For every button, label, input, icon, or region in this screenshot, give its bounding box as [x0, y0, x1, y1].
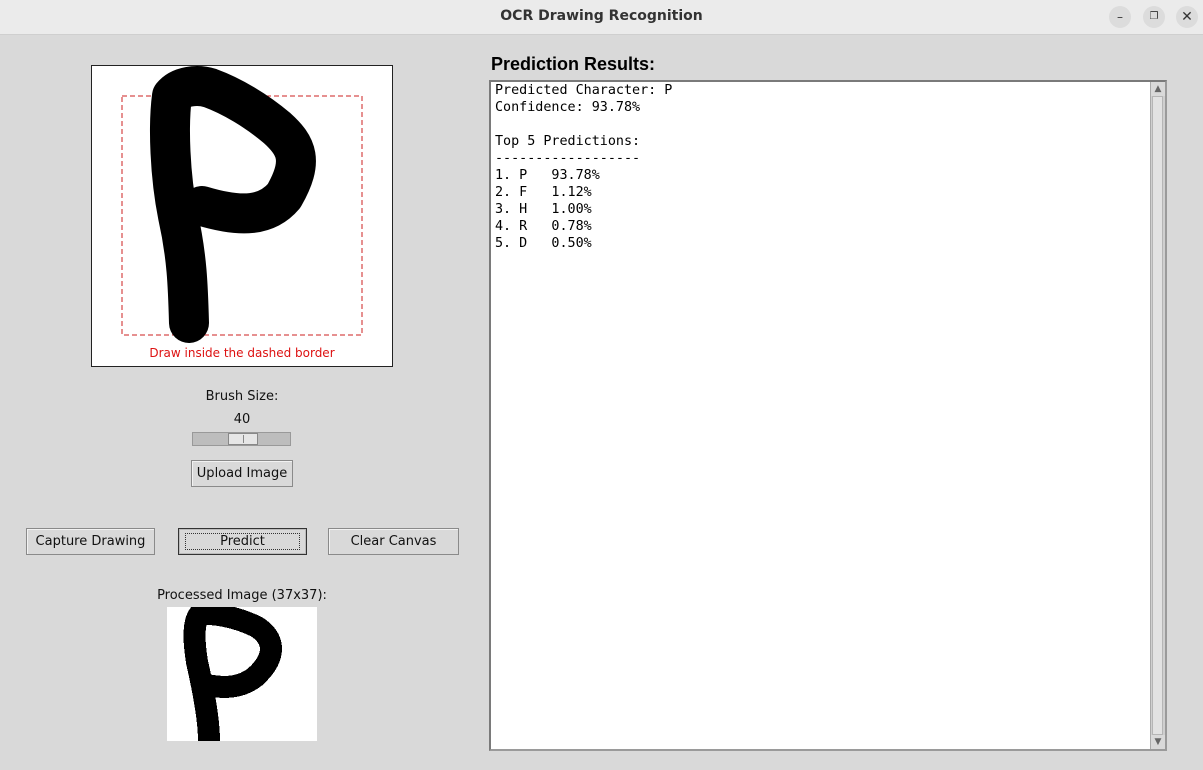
results-text: Predicted Character: P Confidence: 93.78%…: [495, 82, 1145, 252]
minimize-icon[interactable]: –: [1109, 6, 1131, 28]
drawn-stroke-p: [150, 66, 316, 343]
maximize-icon[interactable]: ❐: [1143, 6, 1165, 28]
predicted-character-line: Predicted Character: P: [495, 83, 673, 98]
processed-image-preview: [183, 607, 282, 741]
drawing-canvas[interactable]: Draw inside the dashed border: [91, 65, 393, 367]
capture-drawing-button[interactable]: Capture Drawing: [26, 528, 155, 555]
title-bar: OCR Drawing Recognition – ❐ ✕: [0, 0, 1203, 35]
upload-image-button[interactable]: Upload Image: [191, 460, 293, 487]
scroll-thumb[interactable]: [1152, 96, 1163, 735]
brush-size-label: Brush Size:: [205, 389, 279, 404]
top-predictions-header: Top 5 Predictions:: [495, 134, 641, 149]
confidence-line: Confidence: 93.78%: [495, 100, 641, 115]
prediction-line: 4. R 0.78%: [495, 219, 592, 234]
window-title: OCR Drawing Recognition: [500, 8, 703, 24]
predict-button-label: Predict: [185, 533, 300, 550]
prediction-line: 3. H 1.00%: [495, 202, 592, 217]
prediction-line: 1. P 93.78%: [495, 168, 600, 183]
canvas-hint: Draw inside the dashed border: [149, 346, 335, 360]
results-title: Prediction Results:: [491, 54, 656, 74]
clear-canvas-button[interactable]: Clear Canvas: [328, 528, 459, 555]
results-scrollbar[interactable]: ▲ ▼: [1150, 82, 1165, 749]
brush-size-slider[interactable]: [192, 432, 291, 446]
close-icon[interactable]: ✕: [1176, 6, 1198, 28]
slider-thumb[interactable]: [228, 433, 258, 445]
results-textbox[interactable]: Predicted Character: P Confidence: 93.78%…: [489, 80, 1167, 751]
brush-size-value: 40: [233, 412, 251, 427]
divider-line: ------------------: [495, 151, 641, 166]
scroll-up-icon[interactable]: ▲: [1151, 82, 1165, 96]
canvas-drawing: [121, 66, 363, 343]
predict-button[interactable]: Predict: [178, 528, 307, 555]
processed-image: [167, 607, 317, 741]
processed-image-label: Processed Image (37x37):: [157, 588, 327, 603]
prediction-line: 2. F 1.12%: [495, 185, 592, 200]
scroll-down-icon[interactable]: ▼: [1151, 735, 1165, 749]
prediction-line: 5. D 0.50%: [495, 236, 592, 251]
processed-stroke-p: [183, 607, 282, 741]
